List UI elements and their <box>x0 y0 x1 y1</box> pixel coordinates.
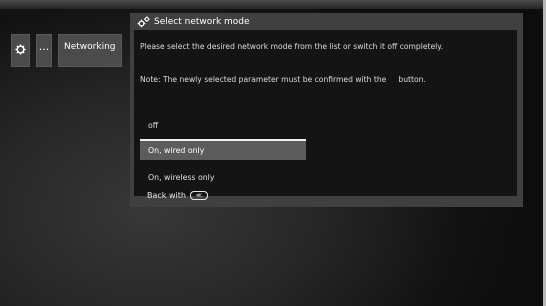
breadcrumb-ellipsis: ... <box>38 40 50 53</box>
network-mode-dialog: Select network mode Please select the de… <box>130 13 523 207</box>
breadcrumb-networking-tile[interactable]: Networking <box>58 34 122 67</box>
dialog-message: Please select the desired network mode f… <box>140 42 444 51</box>
option-off[interactable]: off <box>140 115 306 136</box>
top-bar <box>0 0 546 9</box>
back-button-icon: ≪ <box>189 191 208 200</box>
option-wired-only[interactable]: On, wired only <box>140 139 306 160</box>
back-hint-label: Back with <box>147 191 186 200</box>
dialog-body: Please select the desired network mode f… <box>134 30 517 196</box>
dialog-note: Note: The newly selected parameter must … <box>140 75 426 84</box>
breadcrumb-ellipsis-tile[interactable]: ... <box>36 34 52 67</box>
dialog-footer: Back with ≪ <box>147 191 208 200</box>
option-wireless-only[interactable]: On, wireless only <box>140 167 306 188</box>
gears-icon <box>137 15 150 28</box>
settings-menu-tile[interactable] <box>11 34 30 67</box>
gear-icon <box>12 44 29 55</box>
breadcrumb-networking-label: Networking <box>64 42 116 52</box>
dialog-title: Select network mode <box>154 16 250 27</box>
dialog-title-bar: Select network mode <box>137 14 250 29</box>
